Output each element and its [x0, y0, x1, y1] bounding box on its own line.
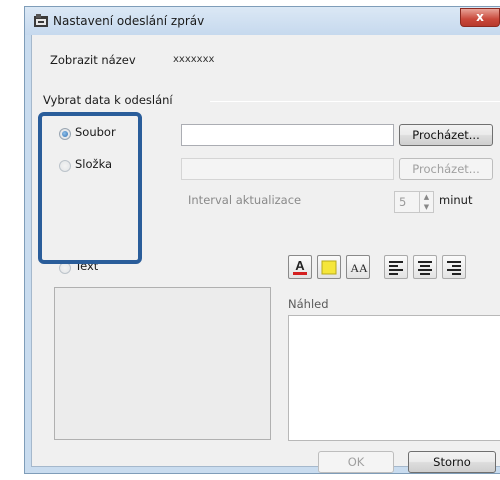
background-color-icon: [321, 260, 337, 275]
browse-folder-button[interactable]: Procházet...: [399, 158, 493, 180]
align-center-icon: [418, 261, 432, 275]
browse-file-button[interactable]: Procházet...: [399, 124, 493, 146]
align-left-button[interactable]: [384, 255, 408, 279]
background-color-button[interactable]: [317, 255, 341, 279]
align-right-button[interactable]: [442, 255, 466, 279]
spinner-arrows[interactable]: ▲ ▼: [419, 192, 433, 212]
spinner-up-icon[interactable]: ▲: [420, 192, 433, 202]
update-interval-spinner[interactable]: 5 ▲ ▼: [394, 191, 434, 213]
ok-button[interactable]: OK: [318, 451, 394, 473]
group-title: Vybrat data k odeslání: [43, 93, 173, 107]
text-color-icon: A: [293, 259, 307, 275]
text-input-area[interactable]: [54, 287, 271, 440]
spinner-down-icon[interactable]: ▼: [420, 202, 433, 212]
title-bar[interactable]: Nastavení odeslání zpráv x: [25, 7, 500, 35]
font-size-button[interactable]: AA: [346, 255, 370, 279]
preview-label: Náhled: [288, 297, 329, 311]
font-size-icon: AA: [350, 261, 368, 275]
text-color-button[interactable]: A: [288, 255, 312, 279]
app-icon: [34, 14, 48, 27]
display-name-label: Zobrazit název: [50, 53, 136, 67]
file-path-input[interactable]: [181, 124, 394, 146]
folder-path-input[interactable]: [181, 158, 394, 180]
close-icon: x: [476, 10, 484, 24]
preview-area: [288, 315, 500, 441]
display-name-value: xxxxxxx: [173, 54, 215, 65]
font-size-glyph: AA: [350, 261, 368, 275]
align-center-button[interactable]: [413, 255, 437, 279]
update-interval-label: Interval aktualizace: [188, 193, 302, 207]
window-title: Nastavení odeslání zpráv: [53, 14, 205, 28]
align-right-icon: [447, 261, 461, 275]
cancel-button[interactable]: Storno: [408, 451, 496, 473]
align-left-icon: [389, 261, 403, 275]
close-button[interactable]: x: [460, 8, 500, 27]
options-highlight-frame: [38, 112, 142, 264]
text-color-glyph: A: [295, 259, 305, 273]
group-divider: [210, 101, 500, 102]
update-interval-unit: minut: [439, 193, 473, 207]
formatting-toolbar: A AA: [288, 255, 500, 281]
update-interval-value[interactable]: 5: [399, 195, 406, 209]
